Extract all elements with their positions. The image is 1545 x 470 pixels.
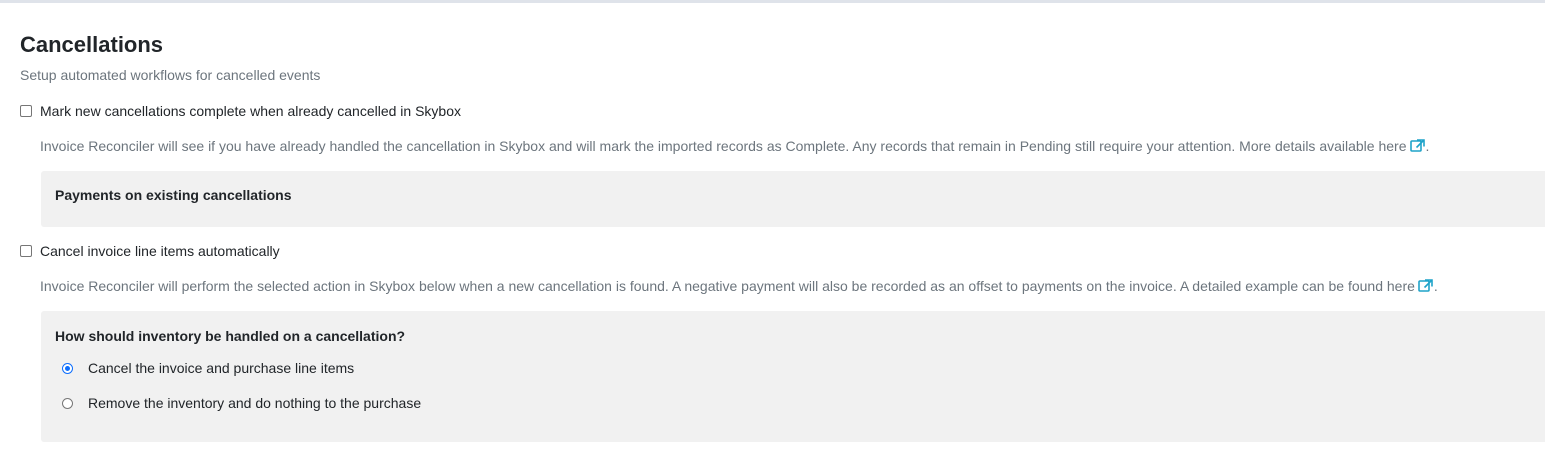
- remove-inventory-radio[interactable]: [62, 397, 73, 409]
- radio-option-cancel-invoice[interactable]: Cancel the invoice and purchase line ite…: [62, 360, 354, 376]
- cancel-line-items-option[interactable]: Cancel invoice line items automatically: [20, 241, 280, 261]
- section-subtitle: Setup automated workflows for cancelled …: [20, 67, 321, 83]
- cancel-line-items-label[interactable]: Cancel invoice line items automatically: [40, 243, 280, 259]
- mark-complete-option[interactable]: Mark new cancellations complete when alr…: [20, 101, 461, 121]
- payments-panel-title: Payments on existing cancellations: [55, 187, 292, 203]
- mark-complete-description: Invoice Reconciler will see if you have …: [40, 137, 1429, 157]
- remove-inventory-radio-label[interactable]: Remove the inventory and do nothing to t…: [88, 395, 421, 411]
- cancel-line-items-checkbox[interactable]: [20, 245, 32, 257]
- cancel-invoice-radio[interactable]: [62, 362, 73, 374]
- mark-complete-checkbox[interactable]: [20, 105, 32, 117]
- mark-complete-description-text: Invoice Reconciler will see if you have …: [40, 138, 1407, 154]
- mark-complete-description-end: .: [1425, 138, 1430, 154]
- inventory-handling-question: How should inventory be handled on a can…: [55, 328, 406, 344]
- external-link-icon[interactable]: [1409, 139, 1426, 157]
- inventory-handling-panel: How should inventory be handled on a can…: [41, 311, 1545, 442]
- cancel-line-items-description-text: Invoice Reconciler will perform the sele…: [40, 278, 1415, 294]
- top-border: [0, 0, 1545, 3]
- section-title: Cancellations: [20, 32, 164, 57]
- payments-panel: Payments on existing cancellations: [41, 171, 1545, 227]
- external-link-icon[interactable]: [1418, 279, 1434, 297]
- cancel-invoice-radio-label[interactable]: Cancel the invoice and purchase line ite…: [88, 360, 354, 376]
- cancel-line-items-description-end: .: [1433, 278, 1438, 294]
- radio-option-remove-inventory[interactable]: Remove the inventory and do nothing to t…: [62, 395, 421, 411]
- mark-complete-label[interactable]: Mark new cancellations complete when alr…: [40, 103, 461, 119]
- cancel-line-items-description: Invoice Reconciler will perform the sele…: [40, 277, 1438, 297]
